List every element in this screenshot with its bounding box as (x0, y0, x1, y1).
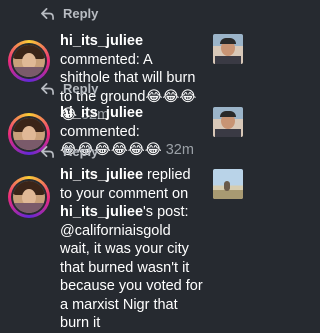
reply-button[interactable]: Reply (41, 81, 98, 96)
reply-arrow-icon (41, 146, 54, 158)
username-link[interactable]: hi_its_juliee (60, 105, 143, 121)
reply-label: Reply (63, 6, 99, 21)
reply-label: Reply (63, 81, 99, 96)
post-thumbnail[interactable] (213, 169, 243, 199)
notification-text: hi_its_juliee replied to your comment on… (60, 167, 203, 331)
reply-button[interactable]: Reply (41, 6, 98, 21)
username-link[interactable]: hi_its_juliee (60, 167, 143, 183)
post-thumbnail[interactable] (213, 107, 243, 137)
username-link[interactable]: hi_its_juliee (60, 33, 143, 49)
avatar[interactable] (8, 40, 50, 82)
post-owner-link[interactable]: hi_its_juliee (60, 204, 143, 220)
reply-button[interactable]: Reply (41, 144, 98, 159)
timestamp: 32m (165, 142, 194, 158)
post-thumbnail[interactable] (213, 34, 243, 64)
reply-arrow-icon (41, 8, 54, 20)
reply-label: Reply (63, 144, 99, 159)
avatar[interactable] (8, 176, 50, 218)
reply-arrow-icon (41, 83, 54, 95)
